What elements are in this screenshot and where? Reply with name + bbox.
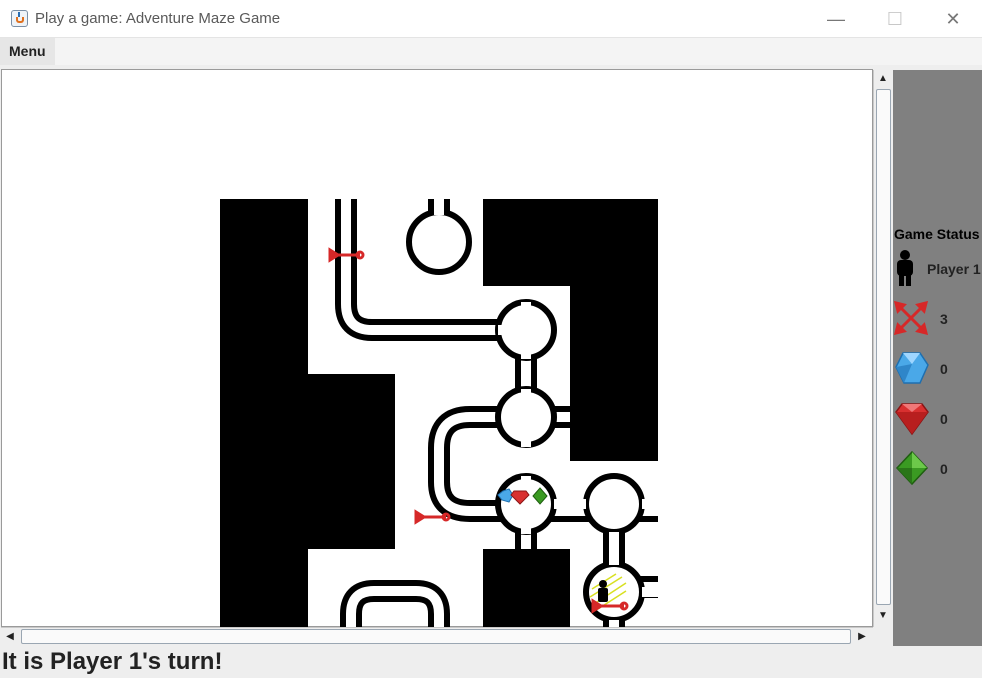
close-button[interactable]: ✕ — [924, 0, 982, 38]
window-title: Play a game: Adventure Maze Game — [35, 10, 281, 27]
turn-message: It is Player 1's turn! — [2, 648, 223, 675]
scroll-down-icon[interactable]: ▼ — [874, 607, 892, 625]
menu-bar: Menu — [0, 38, 982, 65]
minimize-button[interactable]: — — [807, 0, 865, 38]
menu-button[interactable]: Menu — [0, 38, 55, 65]
arrow-item — [414, 509, 451, 525]
cave — [495, 473, 557, 535]
green-emerald-icon — [895, 450, 929, 486]
crossed-arrows-icon — [894, 301, 928, 335]
horizontal-scrollbar[interactable]: ◀ ▶ — [1, 627, 873, 645]
maze-wall — [483, 549, 570, 636]
arrow-count: 3 — [940, 311, 948, 327]
cave — [406, 209, 472, 275]
scroll-up-icon[interactable]: ▲ — [874, 70, 892, 88]
vertical-scrollbar[interactable]: ▲ ▼ — [873, 70, 892, 627]
maze-board — [220, 199, 658, 636]
red-ruby-icon — [895, 403, 929, 436]
current-player-name: Player 1 — [927, 261, 981, 277]
maze-wall — [483, 199, 658, 286]
scroll-left-icon[interactable]: ◀ — [1, 628, 19, 646]
scroll-right-icon[interactable]: ▶ — [853, 628, 871, 646]
blue-gem-count: 0 — [940, 361, 948, 377]
player-silhouette-icon — [897, 250, 913, 286]
title-bar: Play a game: Adventure Maze Game — ☐ ✕ — [0, 0, 982, 38]
player-token — [598, 580, 608, 602]
cave — [583, 473, 645, 535]
blue-diamond-icon — [895, 352, 929, 384]
maze-wall — [220, 199, 308, 636]
game-status-panel: Game Status Player 1 3 0 0 0 — [893, 70, 982, 646]
maximize-button[interactable]: ☐ — [866, 0, 924, 38]
java-app-icon — [11, 10, 28, 27]
status-title: Game Status — [894, 226, 980, 242]
maze-canvas[interactable] — [1, 69, 873, 636]
horizontal-scroll-thumb[interactable] — [21, 629, 851, 644]
vertical-scroll-thumb[interactable] — [876, 89, 891, 605]
green-gem-count: 0 — [940, 461, 948, 477]
maze-wall — [308, 374, 395, 549]
maze-wall — [570, 286, 658, 461]
red-gem-count: 0 — [940, 411, 948, 427]
game-window: Play a game: Adventure Maze Game — ☐ ✕ M… — [0, 0, 982, 678]
